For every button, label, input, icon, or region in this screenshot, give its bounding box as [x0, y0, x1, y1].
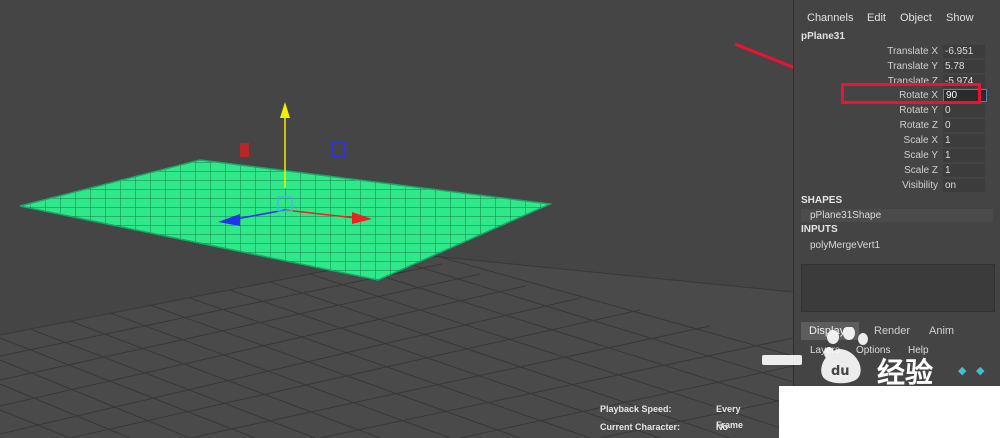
- attr-label: Visibility: [902, 180, 938, 191]
- attr-value[interactable]: 0: [943, 104, 985, 117]
- attr-value[interactable]: on: [943, 179, 985, 192]
- annotation-highlight-box: [841, 83, 981, 104]
- inputs-header: INPUTS: [801, 224, 838, 235]
- input-node[interactable]: polyMergeVert1: [801, 239, 993, 252]
- channel-box-empty-area: [801, 264, 995, 312]
- attr-label: Rotate Y: [899, 105, 938, 116]
- attr-value[interactable]: 1: [943, 164, 985, 177]
- current-character-row: Current Character: No Character: [600, 419, 728, 435]
- annotation-arrow: [734, 42, 793, 69]
- attr-value[interactable]: 5.78: [943, 60, 985, 73]
- attr-label: Scale Z: [904, 165, 938, 176]
- attr-row-translate-x[interactable]: Translate X -6.951: [794, 45, 1000, 60]
- attr-label: Scale X: [903, 135, 938, 146]
- new-layer-selected-icon[interactable]: ◆: [976, 365, 988, 377]
- menu-show[interactable]: Show: [946, 12, 974, 24]
- status-bar: Playback Speed: Every Frame Current Char…: [590, 398, 793, 438]
- shape-node[interactable]: pPlane31Shape: [801, 209, 993, 222]
- y-axis-arrow-icon: [280, 102, 290, 118]
- channel-menu-bar: Channels Edit Object Show: [794, 10, 1000, 28]
- attr-row-scale-y[interactable]: Scale Y 1: [794, 149, 1000, 164]
- current-character-value[interactable]: No Character: [716, 419, 758, 438]
- attr-row-scale-z[interactable]: Scale Z 1: [794, 164, 1000, 179]
- svg-text:du: du: [831, 364, 850, 379]
- blue-plane-handle: [332, 141, 346, 158]
- attr-row-scale-x[interactable]: Scale X 1: [794, 134, 1000, 149]
- attr-label: Translate Y: [887, 61, 938, 72]
- scene: [0, 42, 793, 438]
- attr-label: Translate X: [887, 46, 938, 57]
- attr-row-translate-y[interactable]: Translate Y 5.78: [794, 60, 1000, 75]
- attr-value[interactable]: -6.951: [943, 45, 985, 58]
- baidu-watermark: du 经验: [757, 326, 947, 393]
- new-layer-icon[interactable]: ◆: [958, 365, 970, 377]
- attr-value[interactable]: 1: [943, 134, 985, 147]
- current-character-label: Current Character:: [600, 422, 681, 432]
- attr-label: Scale Y: [903, 150, 938, 161]
- menu-object[interactable]: Object: [900, 12, 932, 24]
- object-name[interactable]: pPlane31: [801, 31, 845, 42]
- menu-edit[interactable]: Edit: [867, 12, 886, 24]
- layer-tools: ◆ ◆: [954, 365, 998, 379]
- watermark-text: 经验: [877, 356, 934, 389]
- attr-value[interactable]: 1: [943, 149, 985, 162]
- attr-label: Rotate Z: [899, 120, 938, 131]
- shapes-header: SHAPES: [801, 195, 843, 206]
- redacted-area: [779, 386, 1000, 438]
- attr-row-visibility[interactable]: Visibility on: [794, 179, 1000, 194]
- menu-channels[interactable]: Channels: [807, 12, 853, 24]
- playback-speed-label: Playback Speed:: [600, 404, 672, 414]
- attr-row-rotate-z[interactable]: Rotate Z 0: [794, 119, 1000, 134]
- red-plane-handle: [240, 143, 249, 157]
- playback-speed-row: Playback Speed: Every Frame: [600, 401, 743, 430]
- viewport-3d[interactable]: Playback Speed: Every Frame Current Char…: [0, 0, 793, 438]
- attr-value[interactable]: 0: [943, 119, 985, 132]
- attr-row-rotate-y[interactable]: Rotate Y 0: [794, 104, 1000, 119]
